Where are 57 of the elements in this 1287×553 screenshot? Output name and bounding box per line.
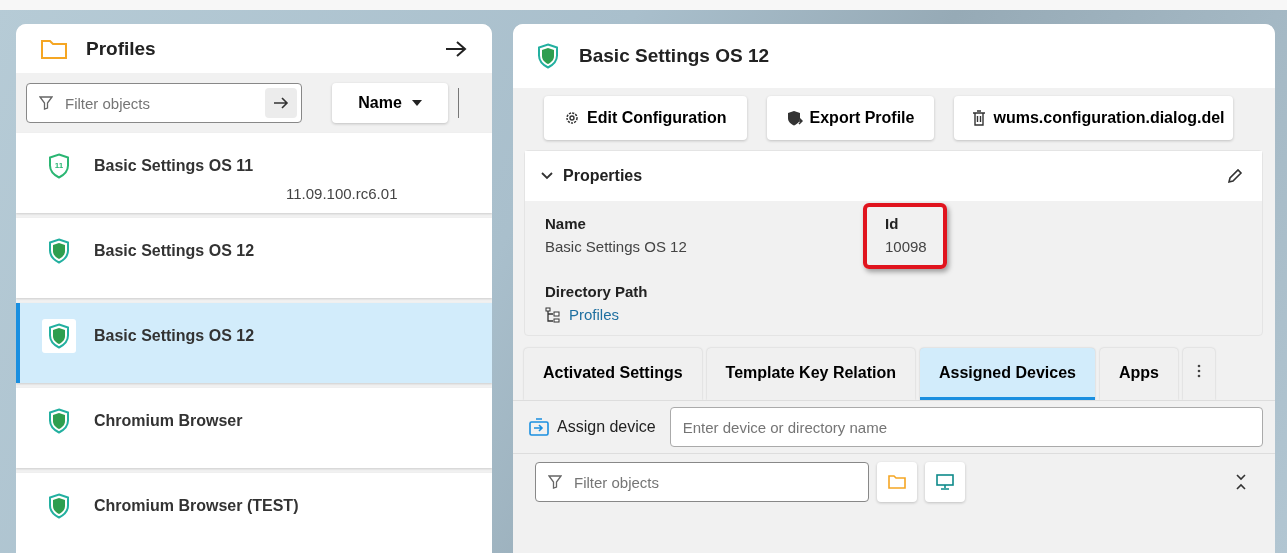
assign-label: Assign device [557, 418, 656, 436]
filter-field[interactable]: Filter objects [535, 462, 869, 502]
folder-icon [888, 475, 906, 489]
action-button[interactable]: Edit Configuration [544, 96, 747, 140]
caret-icon [411, 100, 422, 106]
profile-name: Chromium Browser [94, 412, 243, 430]
panel-title: Profiles [86, 37, 156, 60]
go-button[interactable] [265, 88, 297, 118]
field-label: Name [545, 215, 587, 232]
tab[interactable]: Template Key Relation [706, 348, 915, 400]
tab[interactable]: Assigned Devices [920, 348, 1095, 400]
shield-icon [48, 493, 70, 519]
filter-icon [39, 96, 53, 110]
trash-icon [972, 110, 987, 126]
profile-item[interactable]: Basic Settings OS 12 [16, 218, 492, 298]
chevron-icon[interactable] [541, 172, 553, 180]
tree-icon [545, 306, 561, 323]
field-value: 10098 [885, 238, 927, 255]
profile-item[interactable]: Chromium Browser (TEST) [16, 473, 492, 553]
field-value: Basic Settings OS 12 [545, 238, 688, 255]
field-label: Id [885, 215, 900, 232]
shield-icon [48, 238, 70, 264]
tab[interactable]: Apps [1099, 348, 1178, 400]
profile-item[interactable]: Chromium Browser [16, 388, 492, 468]
edit-icon[interactable] [1226, 167, 1244, 185]
profile-item[interactable]: Basic Settings OS 12 [16, 303, 492, 383]
collapse-icon[interactable] [1235, 474, 1247, 490]
profile-item[interactable]: 11 Basic Settings OS 11 11.09.100.rc6.01 [16, 133, 492, 213]
version-text: 11.09.100.rc6.01 [286, 185, 399, 202]
section-title: Properties [563, 167, 643, 185]
shield-icon [537, 43, 559, 69]
folder-icon [40, 37, 68, 60]
filter-field[interactable]: Filter objects [26, 83, 302, 123]
action-button[interactable]: Export Profile [766, 96, 935, 140]
arrow-right-icon[interactable] [444, 38, 468, 59]
profile-name: Basic Settings OS 12 [94, 327, 255, 345]
profile-name: Chromium Browser (TEST) [94, 497, 299, 515]
shield-icon [48, 323, 70, 349]
sort-button[interactable]: Name [332, 83, 448, 123]
profile-name: Basic Settings OS 12 [94, 242, 255, 260]
filter-icon [548, 475, 562, 489]
directory-link[interactable]: Profiles [569, 306, 620, 323]
more-icon [1196, 363, 1201, 378]
tab[interactable]: Activated Settings [524, 348, 702, 400]
action-button[interactable]: wums.configuration.dialog.del [954, 96, 1233, 140]
device-filter-button[interactable] [925, 462, 965, 502]
assign-icon [529, 418, 549, 436]
arrow-right-icon [273, 96, 289, 110]
device-search-field[interactable]: Enter device or directory name [669, 407, 1263, 447]
settings-icon [564, 110, 580, 126]
shield-icon [48, 408, 70, 434]
field-label: Directory Path [545, 283, 649, 300]
profile-title: Basic Settings OS 12 [579, 45, 770, 67]
shield-export-icon [786, 110, 803, 126]
profile-name: Basic Settings OS 11 [94, 157, 254, 175]
monitor-icon [936, 474, 954, 490]
shield-icon: 11 [48, 153, 70, 179]
